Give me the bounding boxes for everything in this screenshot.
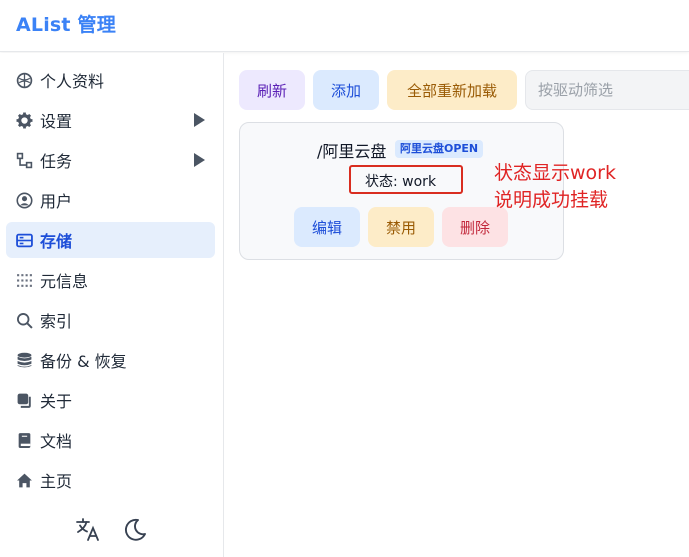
book-icon xyxy=(15,431,33,449)
user-icon xyxy=(15,191,33,209)
add-storage-button[interactable]: 添加 xyxy=(313,70,379,110)
sidebar-item-meta[interactable]: 元信息 xyxy=(6,262,215,298)
gear-icon xyxy=(15,111,33,129)
sidebar-item-docs[interactable]: 文档 xyxy=(6,422,215,458)
disable-button[interactable]: 禁用 xyxy=(368,207,434,247)
sidebar-item-label: 元信息 xyxy=(40,272,89,291)
driver-badge: 阿里云盘OPEN xyxy=(395,140,484,158)
expand-arrow-icon[interactable] xyxy=(194,153,205,167)
sidebar-item-home[interactable]: 主页 xyxy=(6,462,215,498)
tasks-icon xyxy=(15,151,33,169)
sidebar-item-label: 备份 & 恢复 xyxy=(40,352,127,371)
sidebar-item-label: 主页 xyxy=(40,472,73,491)
home-icon xyxy=(15,471,33,489)
driver-filter-input[interactable] xyxy=(525,70,689,110)
database-icon xyxy=(15,351,33,369)
sidebar-item-label: 个人资料 xyxy=(40,72,105,91)
annotation-line: 说明成功挂载 xyxy=(494,189,609,211)
meta-icon xyxy=(15,271,33,289)
language-switch-button[interactable] xyxy=(73,515,103,545)
sidebar-tools xyxy=(0,513,224,549)
expand-arrow-icon[interactable] xyxy=(194,113,205,127)
sidebar-item-label: 文档 xyxy=(40,432,73,451)
mount-path: /阿里云盘 xyxy=(317,142,387,161)
storage-icon xyxy=(15,231,33,249)
sidebar-item-users[interactable]: 用户 xyxy=(6,182,215,218)
sidebar-item-label: 关于 xyxy=(40,392,73,411)
moon-icon xyxy=(124,518,146,541)
sidebar-item-label: 索引 xyxy=(40,312,73,331)
profile-icon xyxy=(15,71,33,89)
sidebar-item-tasks[interactable]: 任务 xyxy=(6,142,215,178)
sidebar-item-backup[interactable]: 备份 & 恢复 xyxy=(6,342,215,378)
app-logo[interactable]: AList 管理 xyxy=(16,10,116,37)
refresh-button[interactable]: 刷新 xyxy=(239,70,305,110)
sidebar-item-label: 存储 xyxy=(40,232,73,251)
top-header: AList 管理 xyxy=(0,0,689,52)
sidebar-item-index[interactable]: 索引 xyxy=(6,302,215,338)
search-icon xyxy=(15,311,33,329)
sidebar-item-settings[interactable]: 设置 xyxy=(6,102,215,138)
status-highlight-box xyxy=(349,165,463,194)
sidebar-item-profile[interactable]: 个人资料 xyxy=(6,62,215,98)
theme-toggle-button[interactable] xyxy=(120,515,150,545)
edit-button[interactable]: 编辑 xyxy=(294,207,360,247)
sidebar-item-label: 设置 xyxy=(40,112,73,131)
sidebar-item-label: 任务 xyxy=(40,152,73,171)
annotation-text: 状态显示work 说明成功挂载 xyxy=(494,160,616,214)
sidebar-item-storage[interactable]: 存储 xyxy=(6,222,215,258)
annotation-line: 状态显示work xyxy=(494,162,616,184)
sidebar: 个人资料 设置 任务 用户 存储 元信息 索引 备份 & 恢复 关于 文档 主页 xyxy=(0,53,224,557)
reload-all-button[interactable]: 全部重新加载 xyxy=(387,70,517,110)
sidebar-item-about[interactable]: 关于 xyxy=(6,382,215,418)
sidebar-item-label: 用户 xyxy=(40,192,73,211)
copy-icon xyxy=(15,391,33,409)
translate-icon xyxy=(76,518,99,541)
